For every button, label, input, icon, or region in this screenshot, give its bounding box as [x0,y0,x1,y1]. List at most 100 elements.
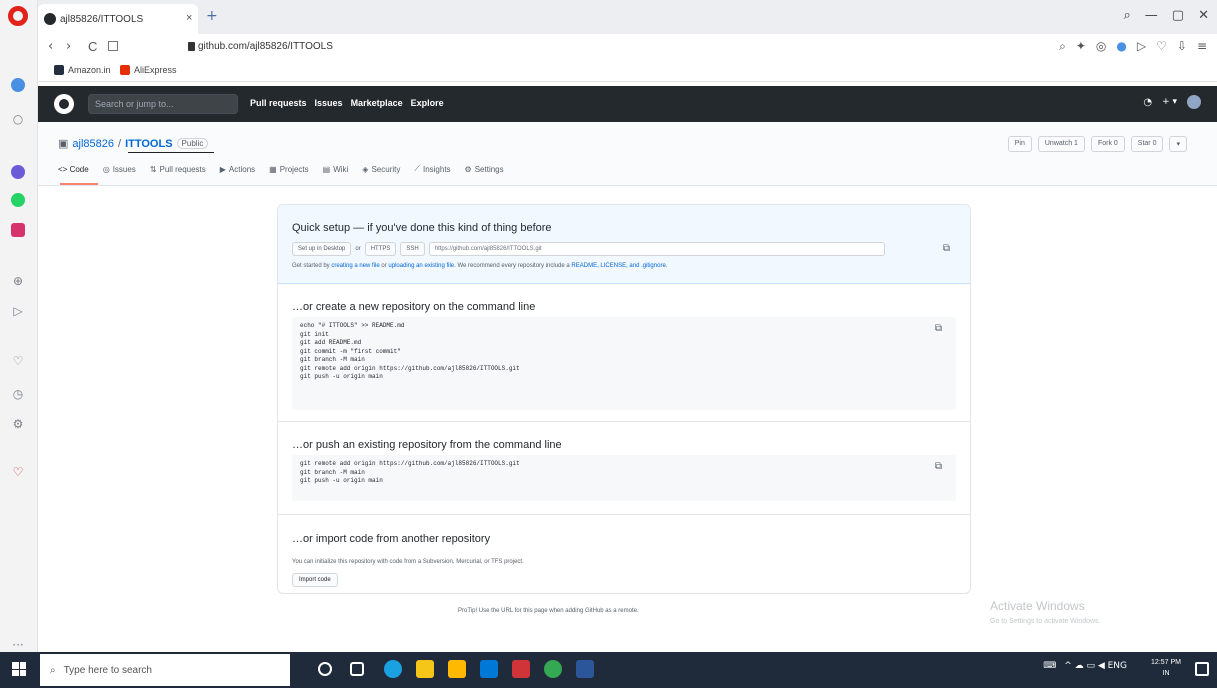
file-explorer-icon[interactable] [448,660,466,678]
nav-explore[interactable]: Explore [411,98,444,108]
nav-issues[interactable]: Issues [315,98,343,108]
tab-label: Projects [279,164,309,174]
bookmark-amazon[interactable]: Amazon.in [54,65,111,75]
extensions-icon[interactable]: ⊕ [9,272,27,290]
close-window-button[interactable]: ✕ [1198,8,1209,23]
tab-issues[interactable]: ◎ Issues [103,164,136,174]
search-icon[interactable]: ⌕ [1059,39,1066,54]
readme-license-gitignore-link[interactable]: README, LICENSE, and .gitignore [571,263,665,269]
repo-owner-link[interactable]: ajl85826 [72,138,114,150]
watch-button[interactable]: Unwatch 1 [1037,136,1085,152]
clone-url-input[interactable]: https://github.com/ajl85826/ITTOOLS.git [428,241,885,256]
heart-icon[interactable]: ♡ [9,352,27,370]
repo-name-link[interactable]: ITTOOLS [125,138,172,150]
download-icon[interactable]: ⇩ [1177,39,1187,54]
tab-pull-requests[interactable]: ⇅ Pull requests [150,164,206,174]
nav-pull-requests[interactable]: Pull requests [250,98,307,108]
tab-label: Issues [112,164,136,174]
tab-projects[interactable]: ▦ Projects [269,164,308,174]
github-logo-icon[interactable] [54,94,74,114]
notifications-icon[interactable]: ◔ [1143,97,1152,108]
whatsapp-icon[interactable] [11,193,25,207]
task-view-icon[interactable] [350,662,364,676]
tab-code[interactable]: <> Code [58,164,89,174]
github-favicon-icon [44,13,56,25]
chrome-icon[interactable] [544,660,562,678]
reload-button[interactable]: C [88,39,97,54]
maximize-button[interactable]: ▢ [1172,8,1184,23]
word-icon[interactable] [576,660,594,678]
pin-button[interactable]: Pin [1007,136,1032,152]
clock-lang: IN [1162,670,1170,677]
snapshot-icon[interactable]: ✦ [1076,39,1086,54]
back-button[interactable]: ‹ [48,39,53,54]
copy-url-icon[interactable]: ⧉ [943,243,950,254]
tab-security[interactable]: ◈ Security [362,164,400,174]
code-line: git branch -M main [300,468,365,476]
edge-icon[interactable] [384,660,402,678]
tab-ittools[interactable]: ajl85826/ITTOOLS [38,4,198,34]
flow-icon[interactable]: ▷ [1137,39,1146,54]
store-icon[interactable] [416,660,434,678]
tab-close-icon[interactable]: × [186,12,192,24]
taskbar-clock[interactable]: 12:57 PM IN [1151,657,1181,679]
github-nav: Pull requests Issues Marketplace Explore [250,98,444,108]
tab-insights[interactable]: ⟋ Insights [414,164,450,174]
speed-dial-icon[interactable] [108,41,118,51]
nav-marketplace[interactable]: Marketplace [351,98,403,108]
import-code-button[interactable]: Import code [292,573,338,587]
upload-file-link[interactable]: uploading an existing file [388,263,454,269]
ssh-button[interactable]: SSH [400,241,425,256]
settings-icon[interactable]: ⚙ [9,415,27,433]
new-tab-button[interactable]: + [206,8,218,24]
instagram-icon[interactable] [11,223,25,237]
bookmark-aliexpress[interactable]: AliExpress [120,65,177,75]
minimize-button[interactable]: — [1145,8,1158,23]
bookmark-heart-icon[interactable]: ♡ [1156,39,1167,54]
pinboard-icon[interactable]: ♡ [9,463,27,481]
search-tabs-icon[interactable]: ⌕ [1124,8,1131,23]
create-file-link[interactable]: creating a new file [331,263,379,269]
mail-icon[interactable] [480,660,498,678]
history-icon[interactable]: ◷ [9,385,27,403]
easy-setup-icon[interactable]: ≡ [1197,39,1207,54]
tray-icons[interactable]: ^ ☁ ▭ ◀ ENG [1064,661,1127,671]
opera-taskbar-icon[interactable] [512,660,530,678]
wiki-icon: ▤ [322,164,331,174]
hint-text: Get started by [292,263,332,269]
opera-logo-icon[interactable] [8,6,28,26]
notification-center-icon[interactable] [1195,662,1209,676]
create-new-button[interactable]: + ▾ [1162,97,1177,107]
workspace-icon[interactable] [11,78,25,92]
star-button[interactable]: Star 0 [1130,136,1164,152]
player-icon[interactable]: ▷ [9,302,27,320]
home-icon[interactable]: ○ [9,110,27,128]
setup-desktop-button[interactable]: Set up in Desktop [292,241,352,256]
tab-settings[interactable]: ⚙ Settings [465,164,504,174]
activate-windows-subtext: Go to Settings to activate Windows. [990,618,1101,625]
copy-code-icon[interactable]: ⧉ [935,462,942,472]
https-button[interactable]: HTTPS [364,241,397,256]
star-dropdown-button[interactable]: ▾ [1169,136,1187,152]
clone-url-row: Set up in Desktop or HTTPS SSH https://g… [292,241,885,256]
cortana-icon[interactable] [318,662,332,676]
avatar[interactable] [1187,95,1201,109]
new-repo-code[interactable]: echo "# ITTOOLS" >> README.md git init g… [292,317,956,410]
url-field[interactable]: github.com/ajl85826/ITTOOLS [198,41,333,52]
extension-icon[interactable]: ● [1116,39,1126,54]
vpn-icon[interactable]: ◎ [1096,39,1106,54]
windows-start-icon[interactable] [12,662,26,676]
github-search-input[interactable]: Search or jump to... [88,94,238,114]
search-icon: ⌕ [50,664,56,676]
tab-wiki[interactable]: ▤ Wiki [323,164,349,174]
forward-button[interactable]: › [66,39,71,54]
keyboard-icon[interactable]: ⌨ [1043,661,1056,671]
copy-code-icon[interactable]: ⧉ [935,324,942,334]
fork-button[interactable]: Fork 0 [1090,136,1125,152]
taskbar-search-input[interactable]: ⌕ Type here to search [40,654,290,686]
push-repo-code[interactable]: git remote add origin https://github.com… [292,455,956,501]
windows-taskbar: ⌕ Type here to search ⌨ ^ ☁ ▭ ◀ ENG 12:5… [0,652,1217,688]
messenger-icon[interactable] [11,165,25,179]
tab-actions[interactable]: ▶ Actions [220,164,255,174]
active-tab-indicator [60,183,98,185]
